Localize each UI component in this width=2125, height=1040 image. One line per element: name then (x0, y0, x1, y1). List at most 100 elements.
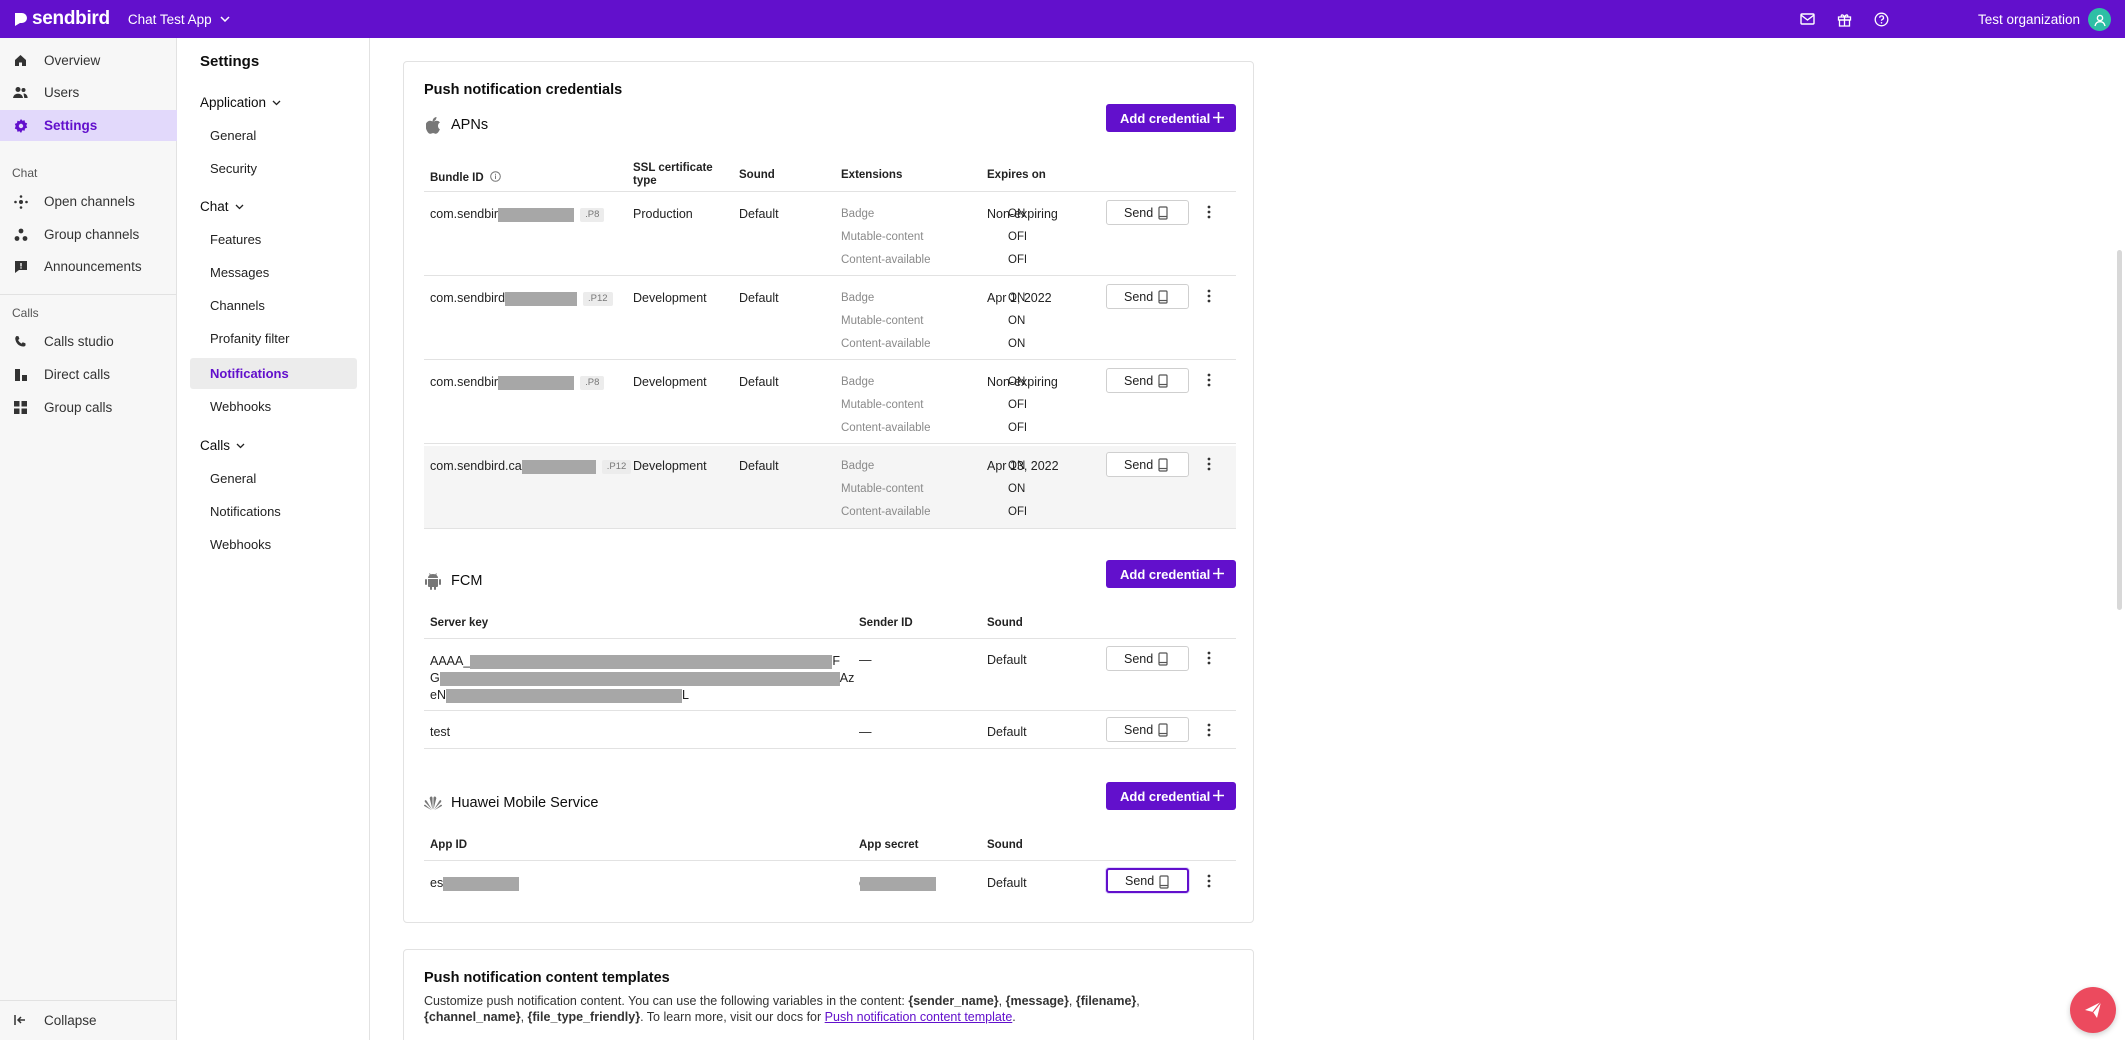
more-options-icon[interactable] (1204, 649, 1214, 667)
more-options-icon[interactable] (1204, 203, 1214, 221)
nav-item-announcements[interactable]: Announcements (0, 251, 177, 282)
send-button[interactable]: Send (1106, 200, 1189, 225)
gift-icon[interactable] (1835, 10, 1853, 28)
nav-item-group-channels[interactable]: Group channels (0, 219, 177, 250)
hms-header: Huawei Mobile Service (424, 794, 598, 812)
avatar[interactable] (2088, 8, 2111, 31)
mail-icon[interactable] (1798, 10, 1816, 28)
more-options-icon[interactable] (1204, 721, 1214, 739)
settings-item-profanity-filter[interactable]: Profanity filter (190, 323, 357, 354)
settings-item-notifications[interactable]: Notifications (190, 358, 357, 389)
settings-title: Settings (200, 53, 260, 70)
nav-label: Open channels (44, 194, 135, 209)
ext-label-badge: Badge (841, 292, 875, 304)
settings-item-general[interactable]: General (190, 120, 357, 151)
settings-item-messages[interactable]: Messages (190, 257, 357, 288)
nav-item-open-channels[interactable]: Open channels (0, 186, 177, 217)
add-credential-button-fcm[interactable]: Add credential (1106, 560, 1236, 588)
sound-cell: Default (987, 725, 1027, 739)
redacted-mask (445, 688, 682, 703)
grid-icon (13, 400, 28, 415)
phone-device-icon (1158, 723, 1168, 737)
nav-label: Calls studio (44, 334, 114, 349)
cert-tag: .P8 (580, 375, 605, 390)
nav-item-group-calls[interactable]: Group calls (0, 392, 177, 423)
settings-item-webhooks[interactable]: Webhooks (190, 391, 357, 422)
help-icon[interactable] (1872, 10, 1890, 28)
nav-label: Announcements (44, 259, 142, 274)
android-icon (424, 572, 442, 590)
send-button[interactable]: Send (1106, 284, 1189, 309)
scrollbar[interactable] (2117, 250, 2122, 610)
app-name: Chat Test App (127, 11, 212, 27)
settings-item-channels[interactable]: Channels (190, 290, 357, 321)
phone-icon (13, 334, 28, 349)
desc-text: . (1012, 1010, 1016, 1024)
th-app-secret: App secret (859, 839, 919, 851)
nav-item-overview[interactable]: Overview (0, 45, 177, 76)
more-options-icon[interactable] (1204, 371, 1214, 389)
add-credential-button-apns[interactable]: Add credential (1106, 104, 1236, 132)
settings-group-calls[interactable]: Calls (200, 438, 245, 453)
collapse-button[interactable]: Collapse (0, 1000, 177, 1040)
chevron-down-icon (272, 100, 281, 105)
more-options-icon[interactable] (1204, 455, 1214, 473)
desc-text: , (520, 1010, 528, 1024)
settings-group-chat[interactable]: Chat (200, 199, 244, 214)
bundle-id-text: com.sendbird.ca (430, 459, 522, 473)
bundle-id-text: com.sendbir (430, 207, 499, 221)
add-credential-button-hms[interactable]: Add credential (1106, 782, 1236, 810)
nav-label: Users (44, 85, 80, 100)
cert-tag: .P12 (583, 291, 613, 306)
nav-item-direct-calls[interactable]: Direct calls (0, 359, 177, 390)
more-options-icon[interactable] (1204, 872, 1214, 890)
ext-label-badge: Badge (841, 208, 875, 220)
send-button[interactable]: Send (1106, 452, 1189, 477)
th-expires: Expires on (987, 169, 1046, 181)
settings-item-calls-notifications[interactable]: Notifications (190, 496, 357, 527)
top-bar: sendbird Chat Test App Test organization (0, 0, 2125, 38)
more-options-icon[interactable] (1204, 287, 1214, 305)
organization-menu[interactable]: Test organization (1978, 0, 2080, 38)
nav-item-users[interactable]: Users (0, 77, 177, 108)
key-text: G (430, 671, 440, 685)
server-key-cell: AAAA_ F G Az eN L (430, 653, 854, 704)
send-button[interactable]: Send (1106, 646, 1189, 671)
nav-item-settings[interactable]: Settings (0, 110, 177, 141)
nav-item-calls-studio[interactable]: Calls studio (0, 326, 177, 357)
button-label: Send (1124, 205, 1154, 220)
ssl-type-cell: Development (633, 291, 707, 305)
app-switcher[interactable]: Chat Test App (128, 12, 230, 27)
nav-label: Overview (44, 53, 101, 68)
chevron-down-icon (235, 204, 243, 209)
settings-item-security[interactable]: Security (190, 153, 357, 184)
send-button[interactable]: Send (1106, 368, 1189, 393)
info-icon[interactable] (490, 171, 501, 182)
nav-section-chat: Chat (12, 166, 38, 180)
phone-device-icon (1158, 652, 1168, 666)
settings-item-features[interactable]: Features (190, 224, 357, 255)
main-content: Push notification credentials APNs Add c… (371, 38, 2125, 1040)
sendbird-logo[interactable]: sendbird (13, 8, 110, 30)
plus-icon (1213, 568, 1224, 579)
phone-device-icon (1158, 290, 1168, 304)
ext-value-mutable: OFF (1008, 231, 1026, 243)
feedback-button[interactable] (2070, 987, 2116, 1033)
button-label: Add credential (1120, 566, 1211, 582)
send-button[interactable]: Send (1106, 868, 1189, 893)
expires-cell: Non-expiring (987, 375, 1058, 389)
group-label: Chat (200, 199, 229, 214)
phone-device-icon (1158, 206, 1168, 220)
settings-item-calls-webhooks[interactable]: Webhooks (190, 529, 357, 560)
ext-value-content: OFF (1008, 422, 1026, 434)
settings-item-calls-general[interactable]: General (190, 463, 357, 494)
send-button[interactable]: Send (1106, 717, 1189, 742)
variable-token: {message} (1005, 994, 1069, 1008)
sendbird-logo-icon (15, 13, 27, 26)
th-sound: Sound (987, 839, 1023, 851)
redacted-mask (498, 207, 575, 222)
settings-group-application[interactable]: Application (200, 95, 281, 110)
app-id-text: es (430, 876, 444, 890)
docs-link[interactable]: Push notification content template (825, 1010, 1013, 1024)
key-text: F (832, 654, 840, 668)
